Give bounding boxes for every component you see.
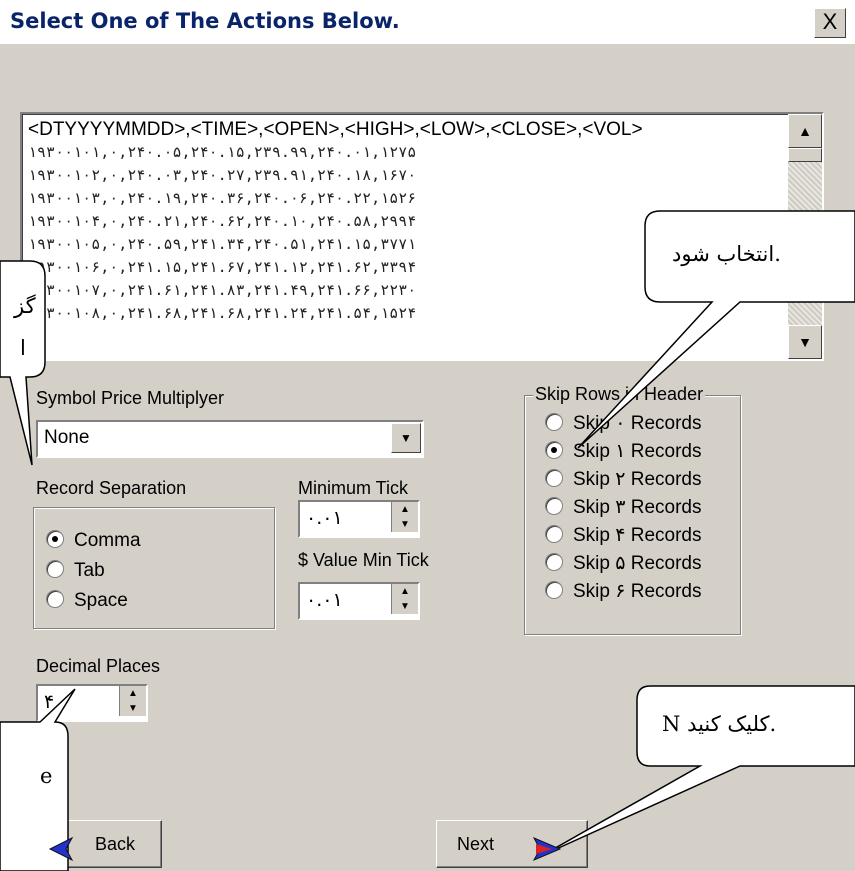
- symbol-price-multiplier-value: None: [44, 427, 90, 448]
- decimal-places-label: Decimal Places: [36, 656, 161, 676]
- spin-down-icon[interactable]: ▼: [392, 517, 418, 532]
- value-min-tick-value: ۰.۰۱: [306, 589, 343, 611]
- scroll-up-button[interactable]: ▲: [788, 114, 822, 148]
- radio-comma-label: Comma: [74, 530, 141, 551]
- radio-skip-1[interactable]: Skip ۱ Records: [545, 440, 701, 464]
- radio-skip-5[interactable]: Skip ۵ Records: [545, 552, 701, 576]
- vertical-scrollbar[interactable]: ▲ ▼: [788, 114, 822, 359]
- radio-icon: [46, 560, 64, 579]
- radio-skip-4-label: Skip ۴ Records: [573, 525, 702, 546]
- back-button-label: Back: [95, 834, 136, 854]
- spin-down-icon[interactable]: ▼: [120, 701, 146, 716]
- data-preview-line: ۱۹۳۰۰۱۰۱,۰,۲۴۰.۰۵,۲۴۰.۱۵,۲۳۹.۹۹,۲۴۰.۰۱,۱…: [28, 143, 417, 161]
- value-min-tick-label: $ Value Min Tick: [298, 550, 429, 570]
- radio-skip-0-label: Skip ۰ Records: [573, 413, 702, 434]
- dropdown-arrow-icon[interactable]: ▼: [391, 423, 421, 453]
- spin-up-icon[interactable]: ▲: [392, 502, 418, 517]
- minimum-tick-spinner[interactable]: ۰.۰۱ ▲ ▼: [298, 500, 420, 538]
- symbol-price-multiplier-label: Symbol Price Multiplyer: [36, 388, 225, 408]
- close-button[interactable]: X: [814, 8, 846, 38]
- radio-icon: [545, 581, 563, 600]
- radio-comma[interactable]: Comma: [46, 530, 141, 554]
- radio-space-label: Space: [74, 590, 128, 611]
- radio-checked-icon: [46, 530, 64, 549]
- skip-rows-label: Skip Rows in Header: [533, 384, 706, 405]
- record-separation-label: Record Separation: [36, 478, 187, 498]
- spin-up-icon[interactable]: ▲: [120, 686, 146, 701]
- minimum-tick-value: ۰.۰۱: [306, 507, 343, 529]
- back-button[interactable]: Back: [20, 820, 162, 868]
- radio-skip-4[interactable]: Skip ۴ Records: [545, 524, 701, 548]
- radio-skip-5-label: Skip ۵ Records: [573, 553, 702, 574]
- radio-skip-1-label: Skip ۱ Records: [573, 441, 702, 462]
- data-preview-line: ۱۹۳۰۰۱۰۶,۰,۲۴۱.۱۵,۲۴۱.۶۷,۲۴۱.۱۲,۲۴۱.۶۲,۳…: [28, 258, 417, 276]
- spinner-buttons[interactable]: ▲ ▼: [391, 584, 418, 614]
- callout-top-right-text: انتخاب شود.: [672, 242, 781, 266]
- window-title: Select One of The Actions Below.: [10, 9, 400, 33]
- spinner-buttons[interactable]: ▲ ▼: [391, 502, 418, 532]
- radio-skip-6-label: Skip ۶ Records: [573, 581, 702, 602]
- data-preview-header-line: <DTYYYYMMDD>,<TIME>,<OPEN>,<HIGH>,<LOW>,…: [28, 119, 643, 140]
- minimum-tick-label: Minimum Tick: [298, 478, 409, 498]
- next-button[interactable]: Next: [436, 820, 588, 868]
- scroll-thumb[interactable]: [788, 148, 822, 162]
- radio-space[interactable]: Space: [46, 590, 128, 614]
- radio-icon: [545, 497, 563, 516]
- decimal-places-value: ۴: [44, 691, 55, 713]
- next-button-label: Next: [457, 834, 495, 854]
- data-preview-line: ۱۹۳۰۰۱۰۴,۰,۲۴۰.۲۱,۲۴۰.۶۲,۲۴۰.۱۰,۲۴۰.۵۸,۲…: [28, 212, 417, 230]
- radio-skip-3-label: Skip ۳ Records: [573, 497, 702, 518]
- radio-skip-2[interactable]: Skip ۲ Records: [545, 468, 701, 492]
- data-preview-line: ۱۹۳۰۰۱۰۵,۰,۲۴۰.۵۹,۲۴۱.۳۴,۲۴۰.۵۱,۲۴۱.۱۵,۳…: [28, 235, 417, 253]
- radio-skip-3[interactable]: Skip ۳ Records: [545, 496, 701, 520]
- title-bar: Select One of The Actions Below. X: [0, 0, 855, 44]
- radio-icon: [545, 525, 563, 544]
- radio-tab-label: Tab: [74, 560, 105, 581]
- data-preview-lines: <DTYYYYMMDD>,<TIME>,<OPEN>,<HIGH>,<LOW>,…: [28, 118, 782, 325]
- data-preview-line: ۱۹۳۰۰۱۰۷,۰,۲۴۱.۶۱,۲۴۱.۸۳,۲۴۱.۴۹,۲۴۱.۶۶,۲…: [28, 281, 417, 299]
- scroll-down-button[interactable]: ▼: [788, 325, 822, 359]
- callout-bottom-left-text: e: [40, 764, 53, 788]
- callout-bottom-right-text: N کلیک کنید.: [662, 712, 777, 736]
- data-preview-line: ۱۹۳۰۰۱۰۳,۰,۲۴۰.۱۹,۲۴۰.۳۶,۲۴۰.۰۶,۲۴۰.۲۲,۱…: [28, 189, 417, 207]
- radio-checked-icon: [545, 441, 563, 460]
- radio-skip-2-label: Skip ۲ Records: [573, 469, 702, 490]
- radio-icon: [545, 469, 563, 488]
- radio-skip-0[interactable]: Skip ۰ Records: [545, 412, 701, 436]
- data-preview-line: ۱۹۳۰۰۱۰۸,۰,۲۴۱.۶۸,۲۴۱.۶۸,۲۴۱.۲۴,۲۴۱.۵۴,۱…: [28, 304, 417, 322]
- spin-up-icon[interactable]: ▲: [392, 584, 418, 599]
- callout-left-text: گز: [14, 294, 36, 318]
- value-min-tick-spinner[interactable]: ۰.۰۱ ▲ ▼: [298, 582, 420, 620]
- data-preview-list[interactable]: <DTYYYYMMDD>,<TIME>,<OPEN>,<HIGH>,<LOW>,…: [20, 112, 824, 361]
- decimal-places-spinner[interactable]: ۴ ▲ ▼: [36, 684, 148, 722]
- spinner-buttons[interactable]: ▲ ▼: [119, 686, 146, 716]
- spin-down-icon[interactable]: ▼: [392, 599, 418, 614]
- callout-left-text-2: ا: [20, 336, 26, 360]
- symbol-price-multiplier-select[interactable]: None ▼: [36, 420, 424, 458]
- radio-tab[interactable]: Tab: [46, 560, 105, 584]
- radio-icon: [545, 553, 563, 572]
- radio-icon: [545, 413, 563, 432]
- data-preview-line: ۱۹۳۰۰۱۰۲,۰,۲۴۰.۰۳,۲۴۰.۲۷,۲۳۹.۹۱,۲۴۰.۱۸,۱…: [28, 166, 417, 184]
- radio-skip-6[interactable]: Skip ۶ Records: [545, 580, 701, 604]
- radio-icon: [46, 590, 64, 609]
